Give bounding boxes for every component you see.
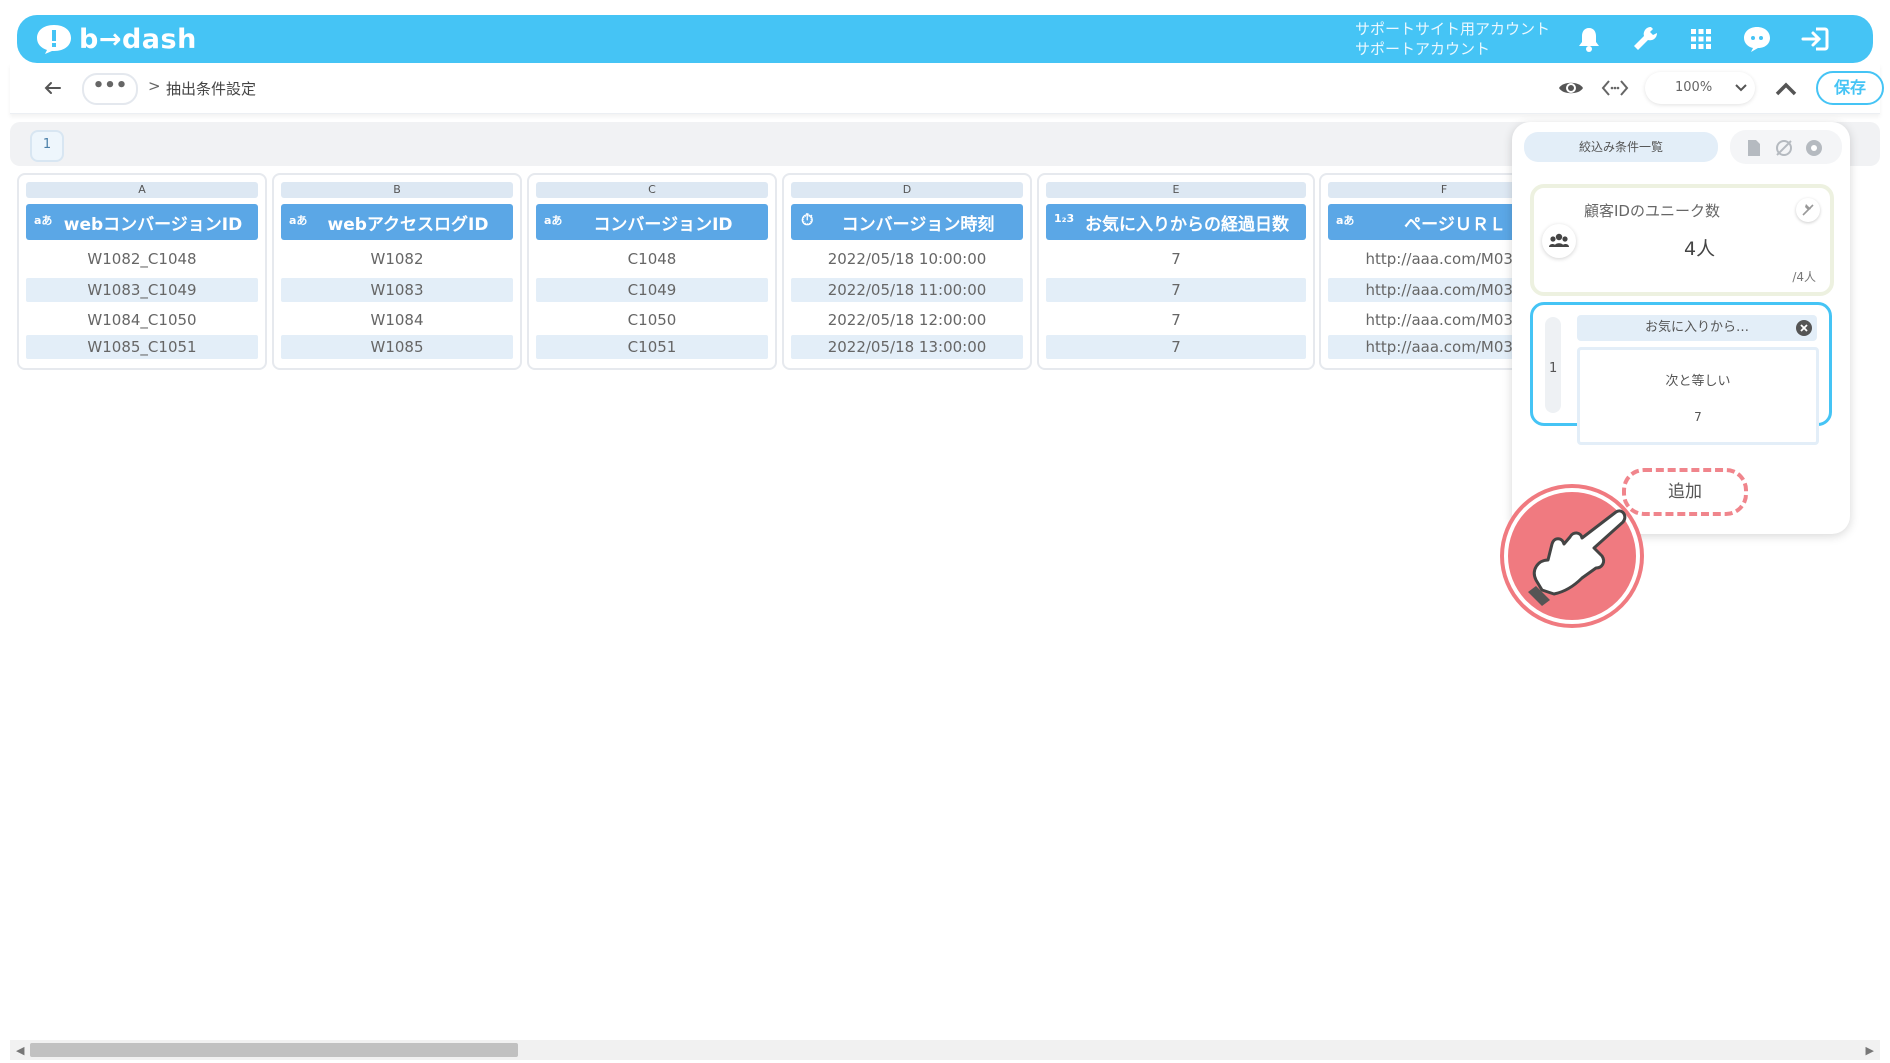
table-cell: W1082 [370, 250, 424, 268]
column-letter: B [281, 182, 513, 198]
breadcrumb-separator: > [148, 77, 161, 95]
table-cell: W1085 [281, 335, 513, 359]
column-header[interactable]: 1₂3 お気に入りからの経過日数 [1046, 204, 1306, 240]
logo-bubble-icon [37, 25, 71, 54]
table-cell: 7 [1171, 311, 1181, 329]
app-header: b→dash サポートサイト用アカウント サポートアカウント [17, 15, 1873, 63]
hand-pointer-icon [1500, 484, 1644, 628]
column-letter: C [536, 182, 768, 198]
column-header[interactable]: aあ webアクセスログID [281, 204, 513, 240]
toolbar: ••• > 抽出条件設定 100% 保存 [10, 63, 1884, 114]
table-cell: W1083_C1049 [26, 278, 258, 302]
close-circle-icon[interactable] [1795, 319, 1813, 337]
table-cell: 2022/05/18 13:00:00 [791, 335, 1023, 359]
document-icon[interactable] [1744, 138, 1764, 158]
column-d[interactable]: D ⏱ コンバージョン時刻 2022/05/18 10:00:00 2022/0… [782, 173, 1032, 370]
number-type-icon: 1₂3 [1054, 212, 1075, 225]
table-cell: C1049 [536, 278, 768, 302]
text-type-icon: aあ [1336, 214, 1355, 227]
horizontal-scrollbar[interactable]: ◀ ▶ [10, 1040, 1880, 1060]
table-cell: 2022/05/18 12:00:00 [827, 311, 987, 329]
logo-text: b→dash [79, 23, 197, 55]
settings-circle-icon[interactable] [1804, 138, 1824, 158]
scroll-right-arrow-icon[interactable]: ▶ [1866, 1044, 1874, 1057]
save-button[interactable]: 保存 [1816, 71, 1884, 105]
panel-toolbar [1730, 130, 1842, 164]
column-header-label: ページＵＲＬ [1404, 214, 1506, 235]
condition-field[interactable]: お気に入りから… [1577, 315, 1817, 341]
condition-operator: 次と等しい [1665, 374, 1731, 389]
unique-count-card: 顧客IDのユニーク数 4人 /4人 [1530, 184, 1834, 296]
scroll-thumb[interactable] [30, 1043, 518, 1057]
column-header-label: webコンバージョンID [63, 214, 243, 235]
count-title: 顧客IDのユニーク数 [1584, 202, 1720, 220]
clock-icon: ⏱ [801, 210, 814, 229]
table-cell: W1085_C1051 [26, 335, 258, 359]
visibility-off-icon[interactable] [1774, 138, 1794, 158]
table-cell: 2022/05/18 11:00:00 [791, 278, 1023, 302]
back-arrow-icon[interactable] [40, 75, 66, 101]
users-icon [1542, 224, 1576, 258]
table-cell: 7 [1046, 335, 1306, 359]
bell-icon[interactable] [1573, 23, 1605, 55]
column-a[interactable]: A aあ webコンバージョンID W1082_C1048 W1083_C104… [17, 173, 267, 370]
column-header-label: お気に入りからの経過日数 [1085, 214, 1289, 235]
column-letter: E [1046, 182, 1306, 198]
table-cell: W1084 [370, 311, 424, 329]
filter-panel: 絞込み条件一覧 顧客IDのユニーク数 4人 /4人 1 お気に入りから… 次と等… [1512, 122, 1850, 534]
sheet-tab-1[interactable]: 1 [30, 130, 64, 162]
table-cell: W1082_C1048 [87, 250, 197, 268]
text-type-icon: aあ [544, 214, 563, 227]
table-cell: 2022/05/18 10:00:00 [827, 250, 987, 268]
column-e[interactable]: E 1₂3 お気に入りからの経過日数 7 7 7 7 [1037, 173, 1315, 370]
chevron-up-icon[interactable] [1772, 75, 1800, 103]
text-type-icon: aあ [289, 214, 308, 227]
code-brackets-icon[interactable] [1600, 73, 1630, 103]
table-cell: C1051 [536, 335, 768, 359]
table-cell: C1050 [627, 311, 677, 329]
logout-icon[interactable] [1799, 23, 1831, 55]
grid-icon[interactable] [1685, 23, 1717, 55]
logo[interactable]: b→dash [35, 23, 197, 55]
table-cell: 7 [1171, 250, 1181, 268]
column-header-label: webアクセスログID [327, 214, 489, 235]
table-cell: W1083 [281, 278, 513, 302]
more-button[interactable]: ••• [82, 73, 138, 105]
account-info: サポートサイト用アカウント サポートアカウント [1355, 19, 1550, 59]
account-line1: サポートサイト用アカウント [1355, 20, 1551, 38]
column-header-label: コンバージョンID [593, 214, 733, 235]
breadcrumb: 抽出条件設定 [166, 80, 257, 98]
table-cell: 7 [1046, 278, 1306, 302]
text-type-icon: aあ [34, 214, 53, 227]
zoom-value: 100% [1675, 80, 1713, 95]
column-c[interactable]: C aあ コンバージョンID C1048 C1049 C1050 C1051 [527, 173, 777, 370]
condition-number: 1 [1549, 361, 1558, 376]
column-header-label: コンバージョン時刻 [841, 214, 995, 235]
condition-value: 7 [1694, 410, 1702, 424]
column-header[interactable]: ⏱ コンバージョン時刻 [791, 204, 1023, 240]
chevron-down-icon [1735, 84, 1747, 92]
table-cell: W1084_C1050 [87, 311, 197, 329]
condition-body[interactable]: 次と等しい 7 [1577, 347, 1819, 445]
column-b[interactable]: B aあ webアクセスログID W1082 W1083 W1084 W1085 [272, 173, 522, 370]
column-letter: D [791, 182, 1023, 198]
column-header[interactable]: aあ webコンバージョンID [26, 204, 258, 240]
filter-list-tab[interactable]: 絞込み条件一覧 [1524, 132, 1718, 162]
filter-condition-card[interactable]: 1 お気に入りから… 次と等しい 7 [1530, 302, 1832, 445]
chat-bubble-icon[interactable] [1741, 23, 1773, 55]
wrench-icon[interactable] [1629, 23, 1661, 55]
pin-off-icon[interactable] [1796, 198, 1820, 222]
count-total: /4人 [1792, 270, 1816, 284]
account-line2: サポートアカウント [1355, 40, 1491, 58]
column-letter: A [26, 182, 258, 198]
table-cell: C1048 [627, 250, 677, 268]
zoom-select[interactable]: 100% [1645, 72, 1755, 104]
scroll-left-arrow-icon[interactable]: ◀ [16, 1044, 24, 1057]
eye-icon[interactable] [1556, 73, 1586, 103]
column-header[interactable]: aあ コンバージョンID [536, 204, 768, 240]
count-value: 4人 [1684, 238, 1716, 260]
